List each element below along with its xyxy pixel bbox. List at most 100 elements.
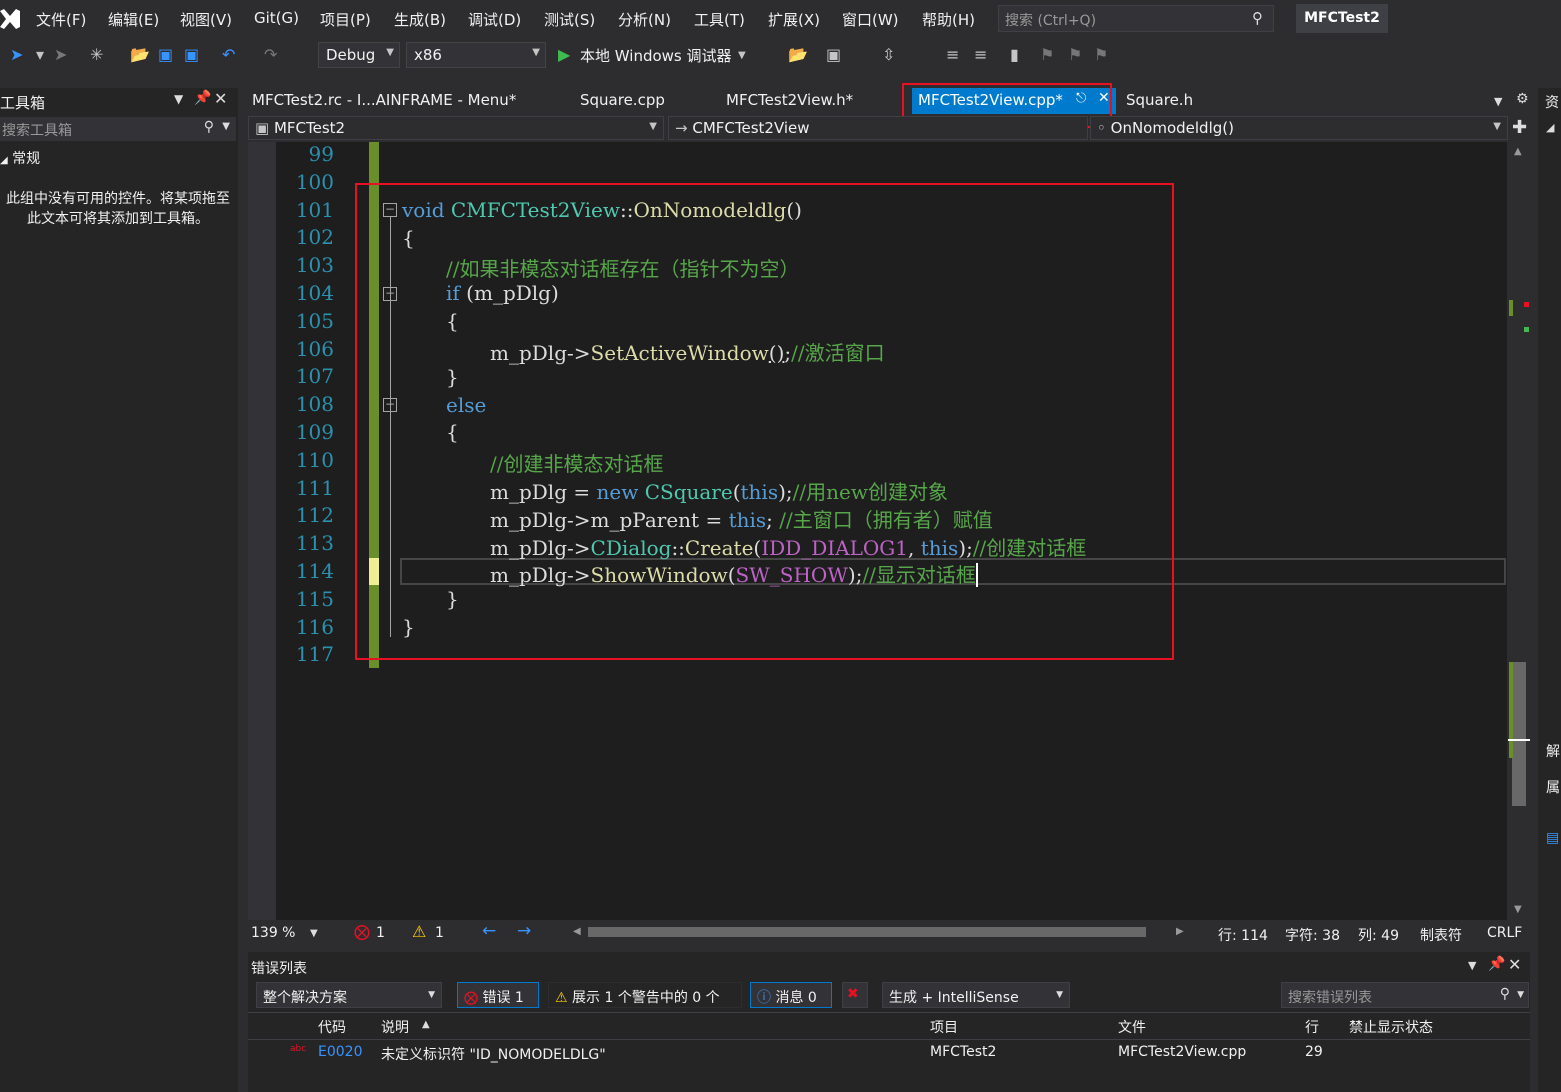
column-description[interactable]: 说明 bbox=[381, 1017, 409, 1037]
menu-git[interactable]: Git(G) bbox=[254, 9, 299, 27]
scrollbar-thumb[interactable] bbox=[1512, 662, 1526, 806]
expand-triangle-icon[interactable]: ◢ bbox=[1546, 121, 1554, 134]
tab-square-cpp[interactable]: Square.cpp bbox=[574, 88, 671, 114]
build-filter-select[interactable]: 生成 + IntelliSense ▼ bbox=[882, 982, 1070, 1008]
next-bookmark-icon[interactable]: ⚑ bbox=[1068, 45, 1082, 64]
split-editor-icon[interactable]: ✚ bbox=[1512, 117, 1527, 138]
scope-select[interactable]: 整个解决方案 ▼ bbox=[256, 982, 442, 1008]
menu-tools[interactable]: 工具(T) bbox=[694, 9, 745, 30]
menu-help[interactable]: 帮助(H) bbox=[922, 9, 975, 30]
errors-filter-button[interactable]: ⨂ 错误 1 bbox=[457, 982, 539, 1008]
chevron-down-icon[interactable]: ▼ bbox=[738, 50, 746, 61]
pin-icon[interactable]: 📌 bbox=[1488, 956, 1505, 972]
splitter[interactable] bbox=[238, 88, 248, 1092]
error-count[interactable]: 1 bbox=[376, 925, 385, 941]
back-icon[interactable]: ➤ bbox=[10, 45, 23, 64]
zoom-select[interactable]: 139 % bbox=[251, 925, 295, 941]
uncomment-icon[interactable]: ≡ bbox=[974, 45, 987, 64]
chevron-down-icon[interactable]: ▼ bbox=[1494, 95, 1502, 108]
clear-bookmarks-icon[interactable]: ⚑ bbox=[1094, 45, 1108, 64]
chevron-down-icon[interactable]: ▼ bbox=[174, 92, 183, 106]
class-nav-select[interactable]: → CMFCTest2View bbox=[668, 116, 1088, 140]
save-icon[interactable]: ▣ bbox=[158, 45, 173, 64]
scroll-down-icon[interactable]: ▼ bbox=[1514, 904, 1522, 915]
menu-project[interactable]: 项目(P) bbox=[320, 9, 371, 30]
toolbox-search-input[interactable]: 搜索工具箱 ⚲ ▼ bbox=[0, 117, 236, 141]
redo-icon[interactable]: ↷ bbox=[264, 45, 277, 64]
column-line[interactable]: 行 bbox=[1305, 1017, 1319, 1037]
global-search-input[interactable]: 搜索 (Ctrl+Q) ⚲ bbox=[998, 5, 1274, 32]
prev-bookmark-icon[interactable]: ⚑ bbox=[1040, 45, 1054, 64]
warning-count[interactable]: 1 bbox=[435, 925, 444, 941]
pin-icon[interactable]: 📌 bbox=[194, 90, 211, 106]
global-search-placeholder: 搜索 (Ctrl+Q) bbox=[1005, 13, 1097, 29]
dropdown-icon[interactable]: ▾ bbox=[36, 45, 44, 64]
warning-icon[interactable]: ⚠ bbox=[412, 922, 426, 941]
previous-issue-icon[interactable]: ← bbox=[482, 921, 496, 941]
chevron-down-icon[interactable]: ▼ bbox=[1468, 959, 1476, 972]
column-code[interactable]: 代码 bbox=[318, 1017, 346, 1037]
menu-analyze[interactable]: 分析(N) bbox=[618, 9, 671, 30]
platform-select[interactable]: x86 ▼ bbox=[406, 42, 546, 68]
menu-test[interactable]: 测试(S) bbox=[544, 9, 595, 30]
filter-icon: ✖ bbox=[847, 986, 859, 1002]
messages-filter-button[interactable]: ⓘ 消息 0 bbox=[750, 982, 832, 1008]
filter-toggle-button[interactable]: ✖ bbox=[842, 982, 868, 1008]
save-all-icon[interactable]: ▣ bbox=[184, 45, 199, 64]
new-project-icon[interactable]: ✳ bbox=[90, 45, 103, 64]
panel-icon[interactable]: ▤ bbox=[1546, 830, 1559, 846]
menu-extensions[interactable]: 扩展(X) bbox=[768, 9, 820, 30]
scope-value: 整个解决方案 bbox=[263, 990, 347, 1006]
error-code-link[interactable]: E0020 bbox=[318, 1044, 362, 1060]
solution-tab[interactable]: 解 bbox=[1546, 741, 1560, 761]
close-icon[interactable]: ✕ bbox=[1508, 955, 1521, 974]
line-ending-indicator[interactable]: CRLF bbox=[1487, 925, 1522, 941]
column-suppression[interactable]: 禁止显示状态 bbox=[1349, 1017, 1433, 1037]
toolbox-empty-text: 此组中没有可用的控件。将某项拖至此文本可将其添加到工具箱。 bbox=[6, 191, 230, 227]
properties-tab[interactable]: 属 bbox=[1546, 777, 1560, 797]
column-project[interactable]: 项目 bbox=[930, 1017, 958, 1037]
error-icon[interactable]: ⨂ bbox=[354, 922, 370, 941]
scroll-left-icon[interactable]: ◀ bbox=[573, 926, 581, 937]
menu-edit[interactable]: 编辑(E) bbox=[108, 9, 159, 30]
char-indicator[interactable]: 字符: 38 bbox=[1285, 925, 1340, 945]
forward-icon[interactable]: ➤ bbox=[54, 45, 67, 64]
start-debugger-button[interactable]: 本地 Windows 调试器 bbox=[580, 45, 732, 66]
menu-window[interactable]: 窗口(W) bbox=[842, 9, 899, 30]
tab-mfctest2view-h[interactable]: MFCTest2View.h* bbox=[720, 88, 859, 114]
open-folder-icon[interactable]: 📂 bbox=[130, 45, 150, 64]
gear-icon[interactable]: ⚙ bbox=[1516, 91, 1529, 107]
menu-debug[interactable]: 调试(D) bbox=[468, 9, 521, 30]
chevron-down-icon[interactable]: ▼ bbox=[310, 928, 318, 939]
menu-file[interactable]: 文件(F) bbox=[36, 9, 86, 30]
member-nav-select[interactable]: ◦ OnNomodeldlg() ▼ bbox=[1090, 116, 1508, 140]
column-indicator[interactable]: 列: 49 bbox=[1358, 925, 1399, 945]
tab-mfctest2-rc[interactable]: MFCTest2.rc - I...AINFRAME - Menu* bbox=[246, 88, 522, 114]
tabs-indicator[interactable]: 制表符 bbox=[1420, 925, 1462, 945]
warnings-filter-button[interactable]: ⚠ 展示 1 个警告中的 0 个 bbox=[548, 982, 742, 1008]
tab-square-h[interactable]: Square.h bbox=[1120, 88, 1199, 114]
comment-icon[interactable]: ≡ bbox=[946, 45, 959, 64]
next-issue-icon[interactable]: → bbox=[517, 921, 531, 941]
menu-view[interactable]: 视图(V) bbox=[180, 9, 232, 30]
scroll-right-icon[interactable]: ▶ bbox=[1176, 926, 1184, 937]
line-indicator[interactable]: 行: 114 bbox=[1218, 925, 1268, 945]
error-search-input[interactable]: 搜索错误列表 ⚲ ▼ bbox=[1281, 982, 1529, 1008]
undo-icon[interactable]: ↶ bbox=[222, 45, 235, 64]
step-icon[interactable]: ⇳ bbox=[882, 45, 895, 64]
scroll-up-icon[interactable]: ▲ bbox=[1514, 146, 1522, 157]
menu-build[interactable]: 生成(B) bbox=[394, 9, 446, 30]
find-in-files-icon[interactable]: 📂 bbox=[788, 45, 808, 64]
bookmark-icon[interactable]: ▮ bbox=[1010, 45, 1019, 64]
configuration-select[interactable]: Debug ▼ bbox=[318, 42, 400, 68]
toolbox-group-general[interactable]: ◢ 常规 bbox=[0, 148, 40, 168]
visual-studio-logo-icon[interactable] bbox=[0, 5, 24, 33]
horizontal-scrollbar-thumb[interactable] bbox=[588, 927, 1146, 937]
close-icon[interactable]: ✕ bbox=[214, 89, 227, 108]
browser-icon[interactable]: ▣ bbox=[826, 45, 841, 64]
solution-explorer-tab[interactable]: 资 bbox=[1545, 92, 1559, 112]
search-icon: ⚲ bbox=[1499, 986, 1510, 1002]
start-debug-icon[interactable]: ▶ bbox=[558, 45, 570, 64]
column-file[interactable]: 文件 bbox=[1118, 1017, 1146, 1037]
project-nav-select[interactable]: ▣ MFCTest2 ▼ bbox=[248, 116, 664, 140]
